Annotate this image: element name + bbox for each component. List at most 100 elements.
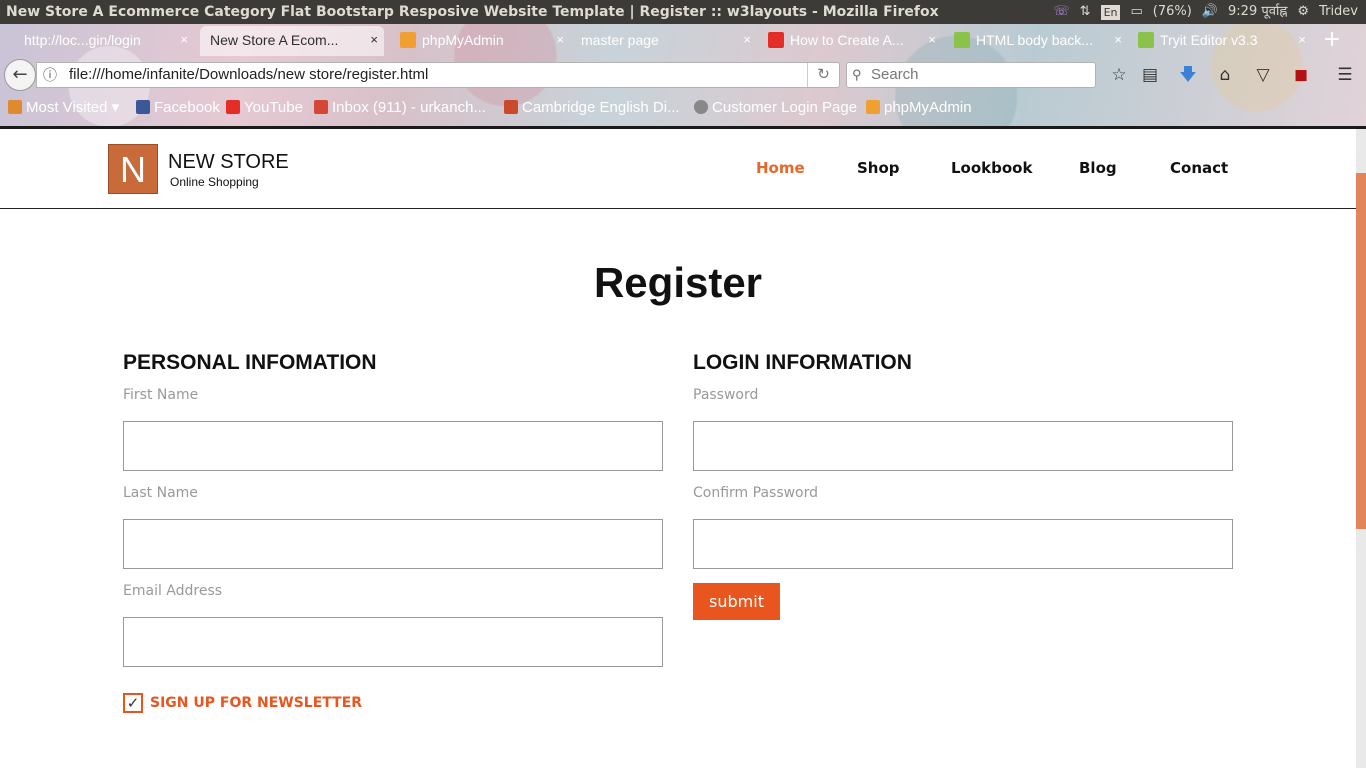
back-button[interactable]: ←	[4, 59, 36, 91]
url-bar[interactable]: ⓘ file:///home/infanite/Downloads/new st…	[36, 62, 840, 88]
bookmark-label: Facebook	[154, 99, 220, 116]
close-icon[interactable]: ×	[556, 26, 564, 54]
first-name-label: First Name	[123, 387, 199, 403]
nav-shop[interactable]: Shop	[857, 159, 900, 177]
nav-home[interactable]: Home	[756, 159, 805, 177]
nav-contact[interactable]: Conact	[1170, 159, 1228, 177]
submit-button[interactable]: submit	[693, 583, 780, 620]
tab-label: http://loc...gin/login	[24, 32, 141, 48]
bookmark-youtube[interactable]: YouTube	[226, 98, 303, 118]
nav-lookbook[interactable]: Lookbook	[951, 159, 1032, 177]
download-icon[interactable]: 🡇	[1176, 63, 1200, 87]
gmail-icon	[314, 100, 328, 114]
close-icon[interactable]: ×	[743, 26, 751, 54]
clock[interactable]: 9:29 पूर्वाह्न	[1228, 0, 1287, 24]
youtube-icon	[768, 32, 784, 48]
phpmyadmin-icon	[866, 100, 880, 114]
bookmark-label: Inbox (911) - urkanch...	[332, 99, 486, 116]
tab-label: How to Create A...	[790, 32, 904, 48]
tab-login[interactable]: http://loc...gin/login ×	[14, 26, 194, 56]
confirm-password-field[interactable]	[693, 519, 1233, 569]
bookmark-gmail[interactable]: Inbox (911) - urkanch...	[314, 98, 486, 118]
close-icon[interactable]: ×	[370, 26, 378, 54]
battery-percent: (76%)	[1152, 4, 1192, 19]
globe-icon	[694, 100, 708, 114]
bookmarks-toolbar: Most Visited ▾ Facebook YouTube Inbox (9…	[0, 94, 1366, 122]
hamburger-menu-icon[interactable]: ☰	[1333, 63, 1357, 87]
close-icon[interactable]: ×	[1114, 26, 1122, 54]
bookmark-customer-login[interactable]: Customer Login Page	[694, 98, 857, 118]
phpmyadmin-icon	[400, 32, 416, 48]
bookmark-label: Customer Login Page	[712, 99, 858, 116]
keyboard-layout[interactable]: En	[1100, 4, 1121, 20]
volume-icon[interactable]: 🔊	[1202, 0, 1218, 24]
close-icon[interactable]: ×	[1298, 26, 1306, 54]
password-field[interactable]	[693, 421, 1233, 471]
page-title: Register	[593, 259, 763, 306]
last-name-field[interactable]	[123, 519, 663, 569]
tab-label: HTML body back...	[976, 32, 1093, 48]
close-icon[interactable]: ×	[928, 26, 936, 54]
navigation-toolbar: ← ⓘ file:///home/infanite/Downloads/new …	[0, 58, 1366, 92]
email-field[interactable]	[123, 617, 663, 667]
pocket-icon[interactable]: ▽	[1251, 63, 1275, 87]
battery-icon[interactable]: ▭	[1130, 0, 1142, 24]
scrollbar-thumb[interactable]	[1356, 173, 1366, 529]
bookmark-star-icon[interactable]: ☆	[1107, 63, 1131, 87]
cambridge-icon	[504, 100, 518, 114]
network-icon[interactable]: ⇅	[1080, 0, 1091, 24]
last-name-label: Last Name	[123, 485, 198, 501]
login-info-heading: LOGIN INFORMATION	[693, 351, 912, 374]
bookmark-label: Most Visited	[26, 99, 108, 116]
user-name[interactable]: Tridev	[1319, 0, 1358, 24]
youtube-icon	[226, 100, 240, 114]
tab-tryit[interactable]: Tryit Editor v3.3 ×	[1128, 26, 1312, 56]
logo-mark[interactable]: N	[108, 144, 158, 194]
bookmark-label: YouTube	[244, 99, 303, 116]
tab-label: New Store A Ecom...	[210, 32, 339, 48]
confirm-password-label: Confirm Password	[693, 485, 819, 501]
tab-html-body[interactable]: HTML body back... ×	[944, 26, 1128, 56]
bookmark-phpmyadmin[interactable]: phpMyAdmin	[866, 98, 972, 118]
close-icon[interactable]: ×	[180, 26, 188, 54]
newsletter-label[interactable]: SIGN UP FOR NEWSLETTER	[150, 695, 362, 711]
facebook-icon	[136, 100, 150, 114]
tab-label: phpMyAdmin	[422, 32, 504, 48]
info-icon[interactable]: ⓘ	[43, 63, 57, 87]
email-label: Email Address	[123, 583, 223, 599]
folder-icon	[8, 100, 22, 114]
window-titlebar: New Store A Ecommerce Category Flat Boot…	[0, 0, 1366, 24]
viber-icon[interactable]: ☏	[1053, 0, 1069, 24]
home-icon[interactable]: ⌂	[1213, 63, 1237, 87]
browser-chrome: http://loc...gin/login × New Store A Eco…	[0, 24, 1366, 128]
tab-strip: http://loc...gin/login × New Store A Eco…	[0, 26, 1366, 56]
bookmark-most-visited[interactable]: Most Visited ▾	[8, 98, 119, 118]
w3schools-icon	[954, 32, 970, 48]
reload-icon[interactable]: ↻	[807, 63, 839, 87]
first-name-field[interactable]	[123, 421, 663, 471]
reading-list-icon[interactable]: ▤	[1138, 63, 1162, 87]
arrow-left-icon: ←	[12, 64, 28, 85]
bookmark-cambridge[interactable]: Cambridge English Di...	[504, 98, 680, 118]
search-input[interactable]: ⚲ Search	[846, 62, 1096, 88]
tab-phpmyadmin[interactable]: phpMyAdmin ×	[390, 26, 570, 56]
logo-title[interactable]: NEW STORE	[168, 151, 289, 174]
new-tab-button[interactable]: +	[1320, 26, 1344, 56]
tab-new-store[interactable]: New Store A Ecom... ×	[200, 26, 384, 56]
url-text[interactable]: file:///home/infanite/Downloads/new stor…	[69, 63, 428, 87]
bookmark-label: Cambridge English Di...	[522, 99, 680, 116]
system-tray: ☏ ⇅ En ▭ (76%) 🔊 9:29 पूर्वाह्न ⚙ Tridev	[1053, 0, 1366, 24]
newsletter-checkbox[interactable]: ✓	[123, 693, 143, 713]
ublock-icon[interactable]: ◼	[1289, 63, 1313, 87]
gear-icon[interactable]: ⚙	[1297, 0, 1309, 24]
site-header: N NEW STORE Online Shopping Home Shop Lo…	[0, 129, 1356, 209]
search-icon: ⚲	[852, 67, 862, 82]
tab-master-page[interactable]: master page ×	[571, 26, 757, 56]
page-scrollbar[interactable]	[1356, 129, 1366, 768]
personal-info-heading: PERSONAL INFOMATION	[123, 351, 377, 374]
bookmark-facebook[interactable]: Facebook	[136, 98, 220, 118]
tab-label: master page	[581, 32, 659, 48]
checkmark-icon: ✓	[126, 694, 140, 712]
tab-youtube[interactable]: How to Create A... ×	[758, 26, 942, 56]
nav-blog[interactable]: Blog	[1079, 159, 1117, 177]
